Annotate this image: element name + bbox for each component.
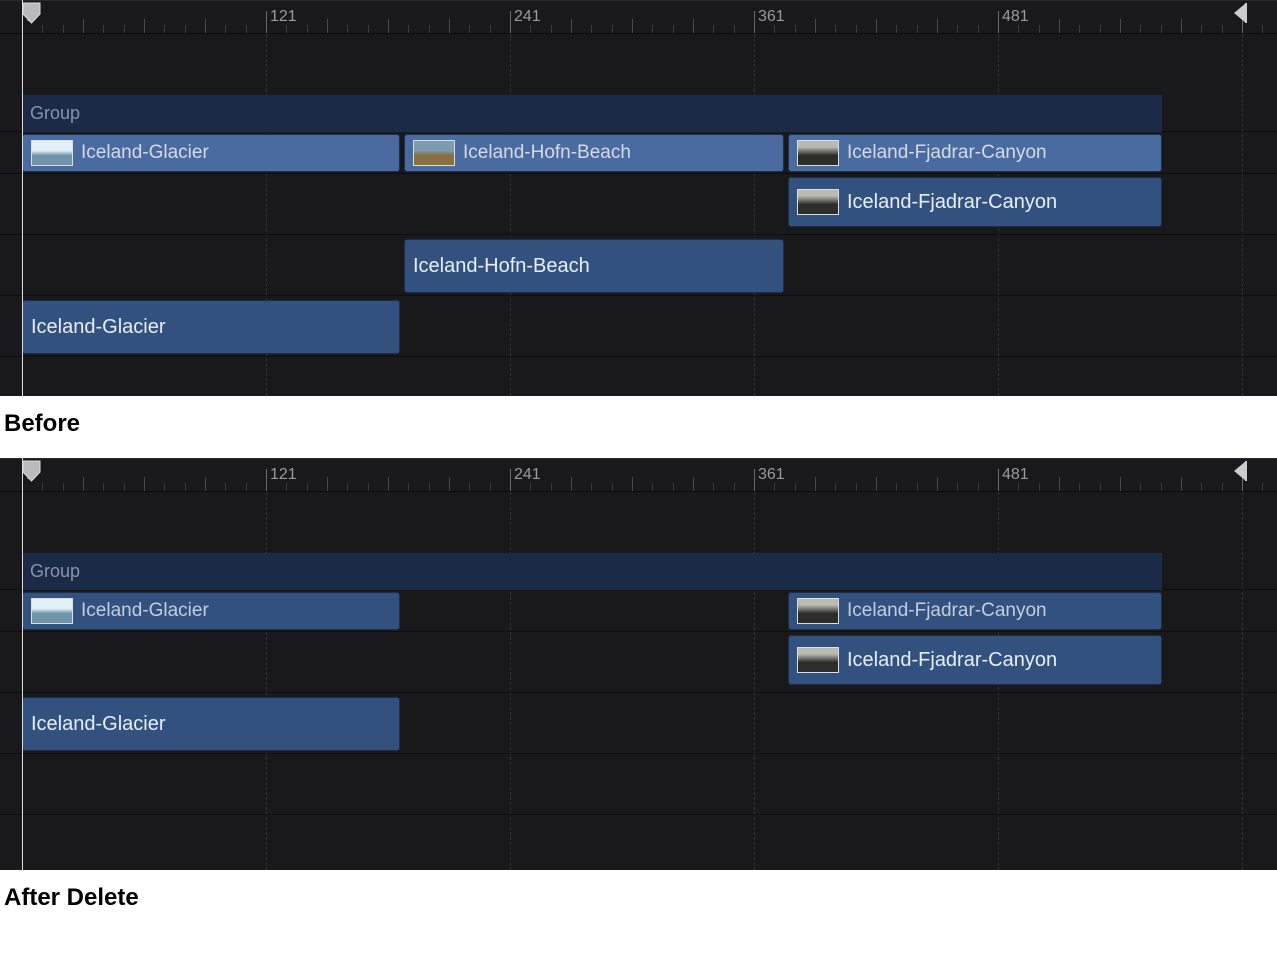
track-row-group[interactable]: Group — [0, 95, 1277, 132]
group-clip[interactable]: Group — [22, 95, 1162, 132]
clip-thumb-glacier[interactable]: Iceland-Glacier — [22, 134, 400, 172]
thumbnail-icon — [797, 647, 839, 673]
track-row-2[interactable]: Iceland-Fjadrar-Canyon — [0, 174, 1277, 235]
clip-label: Iceland-Glacier — [81, 142, 209, 164]
clip-label: Iceland-Fjadrar-Canyon — [847, 600, 1047, 622]
timeline-after[interactable]: 1 121 241 361 481 Group Iceland-Glacier Icel… — [0, 458, 1277, 870]
clip-label: Iceland-Glacier — [81, 600, 209, 622]
clip-thumb-hofn[interactable]: Iceland-Hofn-Beach — [404, 134, 784, 172]
label-after: After Delete — [0, 870, 1277, 918]
track-row-3[interactable]: Iceland-Glacier — [0, 693, 1277, 754]
clip-thumb-canyon[interactable]: Iceland-Fjadrar-Canyon — [788, 134, 1162, 172]
ruler-ticks: 1 121 241 361 481 — [0, 1, 1277, 33]
thumbnail-icon — [797, 189, 839, 215]
ruler-mark: 481 — [1002, 8, 1029, 26]
timeline-before[interactable]: 1 121 241 361 481 Group Iceland-Glacier — [0, 0, 1277, 396]
track-row-3[interactable]: Iceland-Hofn-Beach — [0, 235, 1277, 296]
out-marker-icon[interactable] — [1233, 2, 1247, 24]
clip-label: Iceland-Glacier — [31, 316, 166, 339]
ruler-mark: 121 — [270, 466, 297, 484]
track-row-2[interactable]: Iceland-Fjadrar-Canyon — [0, 632, 1277, 693]
clip-label: Iceland-Glacier — [31, 713, 166, 736]
ruler-mark: 361 — [758, 466, 785, 484]
clip-canyon[interactable]: Iceland-Fjadrar-Canyon — [788, 635, 1162, 685]
thumbnail-icon — [413, 140, 455, 166]
clip-label: Iceland-Fjadrar-Canyon — [847, 142, 1047, 164]
ruler-ticks: 1 121 241 361 481 — [0, 459, 1277, 491]
clip-canyon[interactable]: Iceland-Fjadrar-Canyon — [788, 177, 1162, 227]
thumbnail-icon — [797, 598, 839, 624]
ruler-mark: 1 — [26, 8, 35, 26]
time-ruler[interactable]: 1 121 241 361 481 — [0, 458, 1277, 492]
time-ruler[interactable]: 1 121 241 361 481 — [0, 0, 1277, 34]
clip-label: Iceland-Hofn-Beach — [413, 255, 590, 278]
track-row-empty[interactable] — [0, 754, 1277, 815]
track-row-thumbs[interactable]: Iceland-Glacier Iceland-Fjadrar-Canyon — [0, 590, 1277, 632]
clip-label: Iceland-Fjadrar-Canyon — [847, 191, 1057, 214]
playhead[interactable] — [22, 458, 23, 870]
group-label: Group — [30, 561, 80, 582]
ruler-mark: 481 — [1002, 466, 1029, 484]
clip-hofn[interactable]: Iceland-Hofn-Beach — [404, 239, 784, 293]
clip-glacier[interactable]: Iceland-Glacier — [22, 300, 400, 354]
clip-thumb-glacier[interactable]: Iceland-Glacier — [22, 592, 400, 630]
track-row-thumbs[interactable]: Iceland-Glacier Iceland-Hofn-Beach Icela… — [0, 132, 1277, 174]
clip-glacier[interactable]: Iceland-Glacier — [22, 697, 400, 751]
clip-label: Iceland-Fjadrar-Canyon — [847, 649, 1057, 672]
ruler-mark: 241 — [514, 466, 541, 484]
ruler-mark: 361 — [758, 8, 785, 26]
out-marker-icon[interactable] — [1233, 460, 1247, 482]
thumbnail-icon — [31, 598, 73, 624]
thumbnail-icon — [31, 140, 73, 166]
group-clip[interactable]: Group — [22, 553, 1162, 590]
ruler-mark: 121 — [270, 8, 297, 26]
ruler-mark: 241 — [514, 8, 541, 26]
clip-thumb-canyon[interactable]: Iceland-Fjadrar-Canyon — [788, 592, 1162, 630]
track-row-4[interactable]: Iceland-Glacier — [0, 296, 1277, 357]
ruler-mark: 1 — [26, 466, 35, 484]
label-before: Before — [0, 396, 1277, 444]
playhead[interactable] — [22, 0, 23, 396]
track-row-group[interactable]: Group — [0, 553, 1277, 590]
thumbnail-icon — [797, 140, 839, 166]
clip-label: Iceland-Hofn-Beach — [463, 142, 631, 164]
group-label: Group — [30, 103, 80, 124]
